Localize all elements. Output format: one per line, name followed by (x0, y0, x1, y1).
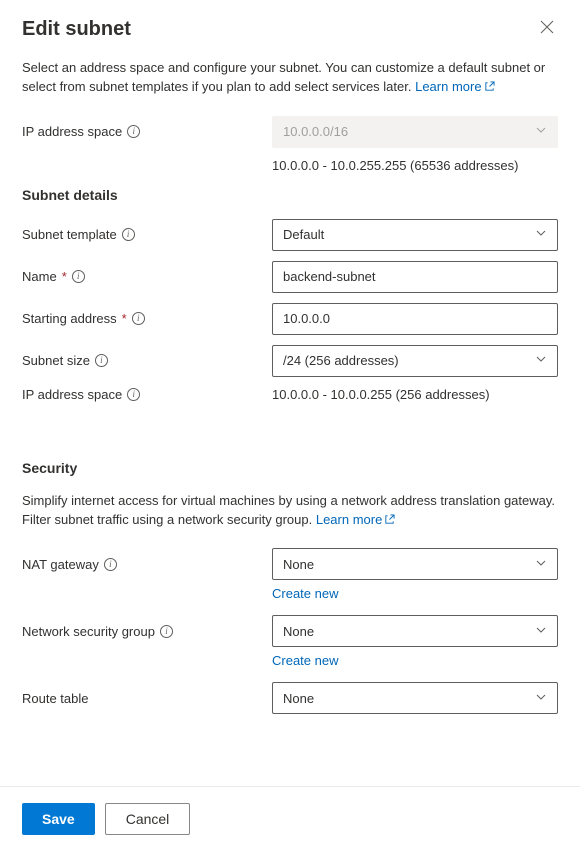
info-icon[interactable]: i (122, 228, 135, 241)
intro-learn-more-link[interactable]: Learn more (415, 79, 494, 94)
nsg-label: Network security group (22, 624, 155, 639)
name-label: Name (22, 269, 57, 284)
nat-gateway-label: NAT gateway (22, 557, 99, 572)
route-table-value: None (283, 691, 314, 706)
route-table-select[interactable]: None (272, 682, 558, 714)
security-desc: Simplify internet access for virtual mac… (22, 492, 558, 531)
chevron-down-icon (535, 691, 547, 706)
footer: Save Cancel (0, 786, 580, 853)
info-icon[interactable]: i (127, 388, 140, 401)
intro-text: Select an address space and configure yo… (22, 59, 558, 98)
nsg-value: None (283, 624, 314, 639)
security-learn-more-link[interactable]: Learn more (316, 512, 395, 527)
subnet-size-select[interactable]: /24 (256 addresses) (272, 345, 558, 377)
ip-space-value: 10.0.0.0/16 (283, 124, 348, 139)
nsg-select[interactable]: None (272, 615, 558, 647)
external-link-icon (384, 512, 395, 531)
start-address-input[interactable] (272, 303, 558, 335)
subnet-size-value: /24 (256 addresses) (283, 353, 399, 368)
nsg-create-new-link[interactable]: Create new (272, 653, 338, 668)
subnet-template-select[interactable]: Default (272, 219, 558, 251)
panel-title: Edit subnet (22, 18, 131, 41)
subnet-template-value: Default (283, 227, 324, 242)
chevron-down-icon (535, 124, 547, 139)
nat-gateway-value: None (283, 557, 314, 572)
cancel-button[interactable]: Cancel (105, 803, 191, 835)
nat-gateway-select[interactable]: None (272, 548, 558, 580)
security-heading: Security (22, 460, 558, 476)
info-icon[interactable]: i (72, 270, 85, 283)
info-icon[interactable]: i (95, 354, 108, 367)
chevron-down-icon (535, 557, 547, 572)
ip-space-select: 10.0.0.0/16 (272, 116, 558, 148)
save-button[interactable]: Save (22, 803, 95, 835)
info-icon[interactable]: i (160, 625, 173, 638)
subnet-template-label: Subnet template (22, 227, 117, 242)
info-icon[interactable]: i (127, 125, 140, 138)
subnet-details-heading: Subnet details (22, 187, 558, 203)
computed-ip-space-value: 10.0.0.0 - 10.0.0.255 (256 addresses) (272, 387, 558, 402)
route-table-label: Route table (22, 691, 89, 706)
computed-ip-space-label: IP address space (22, 387, 122, 402)
subnet-size-label: Subnet size (22, 353, 90, 368)
info-icon[interactable]: i (132, 312, 145, 325)
required-marker: * (122, 311, 127, 326)
start-address-label: Starting address (22, 311, 117, 326)
chevron-down-icon (535, 353, 547, 368)
chevron-down-icon (535, 227, 547, 242)
close-icon[interactable] (536, 18, 558, 39)
ip-space-range: 10.0.0.0 - 10.0.255.255 (65536 addresses… (272, 158, 558, 173)
nat-create-new-link[interactable]: Create new (272, 586, 338, 601)
security-desc-body: Simplify internet access for virtual mac… (22, 493, 555, 527)
ip-space-label: IP address space (22, 124, 122, 139)
chevron-down-icon (535, 624, 547, 639)
required-marker: * (62, 269, 67, 284)
name-input[interactable] (272, 261, 558, 293)
info-icon[interactable]: i (104, 558, 117, 571)
external-link-icon (484, 79, 495, 98)
